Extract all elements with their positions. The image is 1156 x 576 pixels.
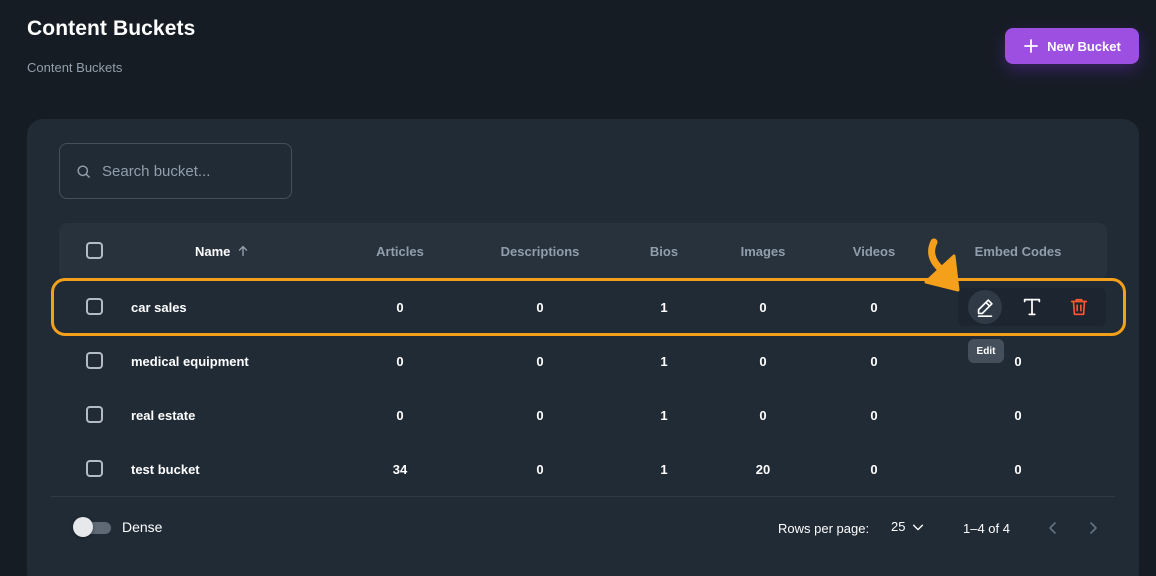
descriptions-count: 0 — [536, 407, 544, 423]
new-bucket-button[interactable]: New Bucket — [1005, 28, 1139, 64]
column-header-label: Name — [195, 243, 231, 259]
previous-page-button[interactable] — [1041, 516, 1065, 540]
images-count: 0 — [759, 407, 767, 423]
table-footer-divider — [51, 496, 1115, 497]
trash-icon — [1070, 298, 1087, 316]
arrow-up-icon — [239, 245, 248, 257]
edit-button[interactable] — [968, 290, 1003, 324]
breadcrumb[interactable]: Content Buckets — [27, 60, 122, 75]
images-count: 0 — [759, 353, 767, 369]
column-header-descriptions[interactable]: Descriptions — [501, 223, 580, 279]
select-all-checkbox[interactable] — [86, 242, 103, 259]
search-field[interactable] — [59, 143, 292, 199]
table-row[interactable]: real estate 0 0 1 0 0 0 — [59, 388, 1107, 442]
search-icon — [77, 164, 90, 178]
next-page-button[interactable] — [1081, 516, 1105, 540]
embed-codes-count: 0 — [1014, 407, 1022, 423]
table-row[interactable]: medical equipment 0 0 1 0 0 0 — [59, 334, 1107, 388]
edit-icon — [978, 299, 994, 317]
articles-count: 0 — [396, 407, 404, 423]
images-count: 20 — [755, 461, 771, 477]
videos-count: 0 — [870, 353, 878, 369]
column-header-images[interactable]: Images — [741, 223, 786, 279]
bucket-name: test bucket — [131, 461, 200, 477]
articles-count: 0 — [396, 353, 404, 369]
videos-count: 0 — [870, 461, 878, 477]
row-actions — [958, 288, 1106, 326]
column-header-bios[interactable]: Bios — [650, 223, 678, 279]
chevron-down-icon — [913, 524, 924, 530]
videos-count: 0 — [870, 407, 878, 423]
embed-codes-count: 0 — [1014, 461, 1022, 477]
chevron-right-icon — [1090, 522, 1097, 534]
bios-count: 1 — [660, 461, 668, 477]
column-header-embed-codes[interactable]: Embed Codes — [975, 223, 1062, 279]
edit-tooltip: Edit — [968, 339, 1004, 363]
plus-icon — [1024, 39, 1039, 53]
bucket-name: medical equipment — [131, 353, 249, 369]
row-checkbox[interactable] — [86, 352, 103, 369]
delete-button[interactable] — [1062, 290, 1096, 324]
bucket-name: real estate — [131, 407, 196, 423]
row-checkbox[interactable] — [86, 406, 103, 423]
rows-per-page-label: Rows per page: — [778, 521, 870, 536]
row-checkbox[interactable] — [86, 460, 103, 477]
dense-toggle[interactable] — [73, 517, 111, 537]
toggle-knob — [73, 517, 93, 537]
pointer-arrow-icon — [924, 238, 960, 292]
text-icon — [1023, 298, 1041, 316]
column-header-videos[interactable]: Videos — [853, 223, 895, 279]
descriptions-count: 0 — [536, 353, 544, 369]
table-row[interactable]: test bucket 34 0 1 20 0 0 — [59, 442, 1107, 496]
column-header-articles[interactable]: Articles — [376, 223, 424, 279]
chevron-left-icon — [1049, 522, 1056, 534]
embed-codes-count: 0 — [1014, 353, 1022, 369]
dense-label: Dense — [122, 519, 163, 535]
rows-per-page-value: 25 — [891, 519, 906, 534]
rows-per-page-select[interactable]: 25 — [891, 519, 925, 534]
descriptions-count: 0 — [536, 461, 544, 477]
pagination-range: 1–4 of 4 — [963, 521, 1010, 536]
bios-count: 1 — [660, 407, 668, 423]
search-input[interactable] — [102, 162, 272, 180]
articles-count: 34 — [392, 461, 408, 477]
new-bucket-label: New Bucket — [1047, 38, 1121, 54]
page-title: Content Buckets — [27, 17, 196, 40]
text-button[interactable] — [1015, 290, 1049, 324]
bios-count: 1 — [660, 353, 668, 369]
column-header-name[interactable]: Name — [195, 223, 250, 279]
page: Content Buckets Content Buckets New Buck… — [0, 0, 1156, 576]
